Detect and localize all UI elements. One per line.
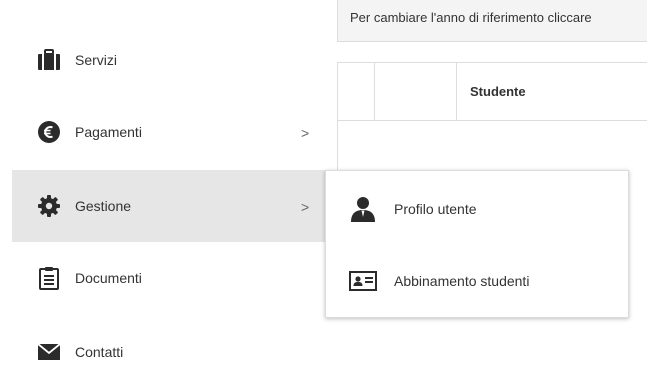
students-table: Studente [337,62,647,172]
notice-text: Per cambiare l'anno di riferimento clicc… [350,10,592,25]
column-divider [456,63,457,121]
chevron-right-icon: > [301,199,310,215]
column-header-studente[interactable]: Studente [470,84,526,99]
sidebar-item-label: Servizi [75,52,118,68]
sidebar-item-contatti[interactable]: Contatti [12,316,325,376]
user-icon [349,195,377,223]
sidebar: Servizi Pagamenti > Gestione > Documenti… [12,0,325,376]
submenu-item-abbinamento-studenti[interactable]: Abbinamento studenti [326,245,628,317]
submenu-item-profilo-utente[interactable]: Profilo utente [326,173,628,245]
sidebar-item-label: Pagamenti [75,124,142,140]
sidebar-item-label: Documenti [75,270,142,286]
envelope-icon [37,340,61,364]
column-divider [374,63,375,121]
sidebar-item-documenti[interactable]: Documenti [12,242,325,314]
notice-bar: Per cambiare l'anno di riferimento clicc… [337,0,647,42]
table-header-row: Studente [338,63,647,121]
sidebar-item-pagamenti[interactable]: Pagamenti > [12,96,325,168]
sidebar-item-servizi[interactable]: Servizi [12,24,325,96]
gear-icon [37,194,61,218]
sidebar-item-label: Gestione [75,198,132,214]
briefcase-icon [37,48,61,72]
sidebar-item-gestione[interactable]: Gestione > [12,170,325,242]
submenu-item-label: Abbinamento studenti [394,273,530,289]
euro-icon [37,120,61,144]
page: Servizi Pagamenti > Gestione > Documenti… [0,0,647,376]
id-card-icon [349,267,377,295]
gestione-submenu: Profilo utente Abbinamento studenti [325,170,629,318]
chevron-right-icon: > [301,125,310,141]
submenu-item-label: Profilo utente [394,201,477,217]
clipboard-icon [37,266,61,290]
sidebar-item-label: Contatti [75,344,124,360]
